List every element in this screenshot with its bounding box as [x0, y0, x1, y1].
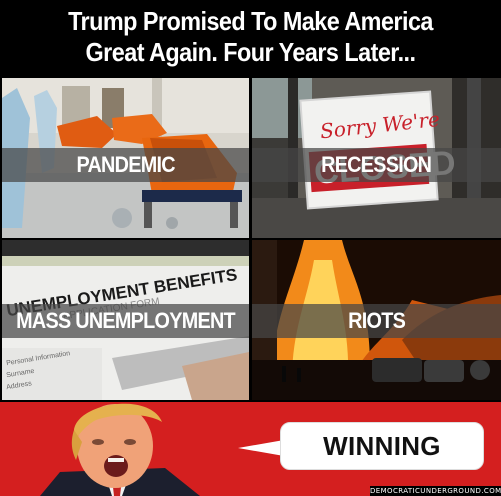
- panel-riots: RIOTS: [252, 240, 501, 400]
- caption-pandemic: PANDEMIC: [76, 152, 175, 177]
- caption-recession: RECESSION: [321, 152, 432, 177]
- shouting-man-illustration: [40, 403, 200, 496]
- caption-mass-unemployment: MASS UNEMPLOYMENT: [16, 308, 235, 333]
- speech-bubble-text: WINNING: [323, 430, 441, 461]
- panel-mass-unemployment: UNEMPLOYMENT BENEFITS APPLICATION FORM P…: [2, 240, 249, 400]
- caption-band: RIOTS: [252, 304, 501, 338]
- caption-band: PANDEMIC: [2, 148, 249, 182]
- watermark-credit: DEMOCRATICUNDERGROUND.COM: [370, 486, 501, 496]
- caption-band: RECESSION: [252, 148, 501, 182]
- speech-bubble-tail: [238, 440, 284, 456]
- speech-bubble: WINNING: [280, 422, 484, 470]
- panel-recession: Sorry We're CLOSED RECESSION: [252, 78, 501, 238]
- headline-line-1: Trump Promised To Make America: [68, 6, 433, 36]
- panel-pandemic: PANDEMIC: [2, 78, 249, 238]
- caption-riots: RIOTS: [348, 308, 406, 333]
- winning-section: WINNING: [0, 402, 501, 496]
- headline: Trump Promised To Make America Great Aga…: [0, 0, 501, 76]
- meme-image: Trump Promised To Make America Great Aga…: [0, 0, 501, 496]
- headline-line-2: Great Again. Four Years Later...: [85, 37, 417, 67]
- caption-band: MASS UNEMPLOYMENT: [2, 304, 249, 338]
